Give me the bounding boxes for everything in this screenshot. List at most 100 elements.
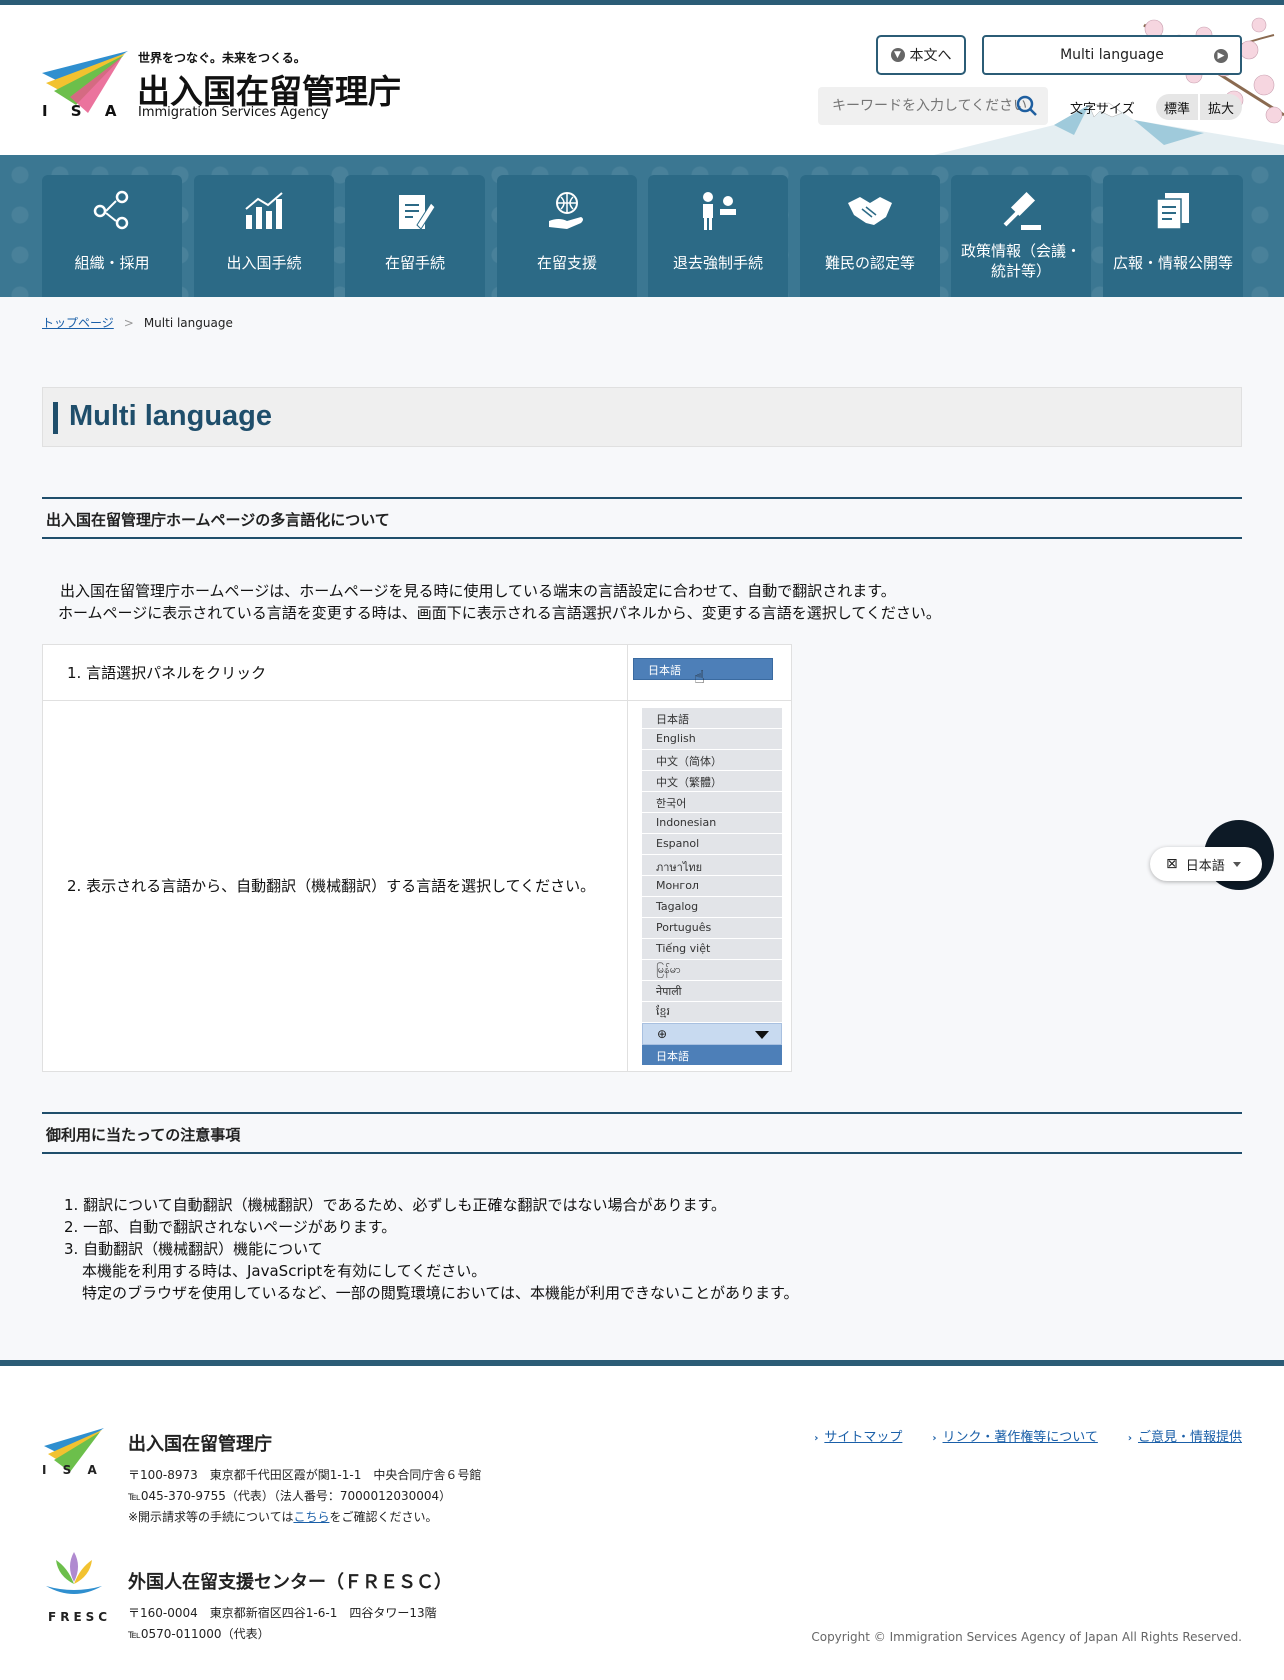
footer-tel: ℡045-370-9755（代表）（法人番号：7000012030004） <box>128 1489 452 1503</box>
people-network-icon <box>93 190 129 230</box>
circle-arrow-right-icon: ▶ <box>1214 49 1228 63</box>
language-selector-bar: ⊕ <box>642 1023 782 1045</box>
nav-item-policy[interactable]: 政策情報（会議・ 統計等） <box>951 175 1091 297</box>
intro-line-2: ホームページに表示されている言語を変更する時は、画面下に表示される言語選択パネル… <box>58 604 941 622</box>
fresc-letters: FRESC <box>48 1610 112 1624</box>
skip-to-content-label: 本文へ <box>909 48 952 64</box>
translate-icon: ⊠ <box>1166 856 1178 872</box>
disclosure-suffix: をご確認ください。 <box>329 1510 438 1524</box>
chevron-right-icon: › <box>1127 1433 1132 1444</box>
nav-item-publicity[interactable]: 広報・情報公開等 <box>1103 175 1243 297</box>
footer-links: › サイトマップ › リンク・著作権等について › ご意見・情報提供 <box>814 1426 1242 1445</box>
handshake-icon <box>848 197 892 225</box>
global-nav: 組織・採用 出入国手続 在留手続 在留支援 退去強制手続 難民の認定等 政策情報… <box>0 155 1284 297</box>
list-item: 1. 翻訳について自動翻訳（機械翻訳）であるため、必ずしも正確な翻訳ではない場合… <box>64 1196 726 1214</box>
list-item: မြန်မာ <box>642 960 782 981</box>
list-item: 3. 自動翻訳（機械翻訳）機能について <box>64 1240 323 1258</box>
dropdown-triangle-icon <box>755 1031 769 1039</box>
nav-item-deportation[interactable]: 退去強制手続 <box>648 175 788 297</box>
intro-paragraph: 出入国在留管理庁ホームページは、ホームページを見る時に使用している端末の言語設定… <box>58 580 941 624</box>
search-input[interactable] <box>818 87 1048 125</box>
list-item: ภาษาไทย <box>642 855 782 876</box>
step-1-text: 1. 言語選択パネルをクリック <box>67 664 267 682</box>
globe-icon: ⊕ <box>657 1027 668 1041</box>
intro-line-1: 出入国在留管理庁ホームページは、ホームページを見る時に使用している端末の言語設定… <box>60 582 896 600</box>
selected-language-example: 日本語 <box>642 1045 782 1065</box>
footer-link-copyright[interactable]: › リンク・著作権等について <box>932 1426 1097 1445</box>
cell-divider <box>627 645 628 1071</box>
step-2-text: 2. 表示される言語から、自動翻訳（機械翻訳）する言語を選択してください。 <box>67 877 596 895</box>
document-pen-icon <box>399 195 436 230</box>
fresc-logo[interactable] <box>42 1546 106 1602</box>
nav-item-refugee[interactable]: 難民の認定等 <box>800 175 940 297</box>
nav-label: 広報・情報公開等 <box>1112 254 1233 272</box>
mount-fuji-blossom-illustration <box>934 17 1284 155</box>
skip-to-content-button[interactable]: ▼ 本文へ <box>876 35 966 75</box>
fresc-name: 外国人在留支援センター（ＦＲＥＳＣ） <box>128 1572 452 1593</box>
bar-chart-icon <box>245 192 283 229</box>
nav-label: 難民の認定等 <box>824 254 915 272</box>
nav-item-immigration[interactable]: 出入国手続 <box>194 175 334 297</box>
nav-label-line2: 統計等） <box>990 262 1051 280</box>
nav-label: 政策情報（会議・ 統計等） <box>951 241 1091 281</box>
list-item: 한국어 <box>642 792 782 813</box>
footer-address: 〒100-8973 東京都千代田区霞が関1-1-1 中央合同庁舎６号館 <box>128 1468 482 1482</box>
circle-arrow-down-icon: ▼ <box>890 48 905 62</box>
list-item: 中文（简体） <box>642 750 782 771</box>
globe-hand-icon <box>549 192 583 229</box>
title-accent-bar <box>53 402 58 434</box>
page-title: Multi language <box>69 400 272 432</box>
nav-label: 在留支援 <box>536 254 597 272</box>
list-item: Espanol <box>642 834 782 855</box>
people-guide-icon <box>703 192 736 230</box>
list-item: English <box>642 729 782 750</box>
language-list-example: 日本語 English 中文（简体） 中文（繁體） 한국어 Indonesian… <box>642 708 782 1065</box>
list-item: Tiếng việt <box>642 939 782 960</box>
list-item: ខ្មែរ <box>642 1002 782 1023</box>
multi-language-button[interactable]: Multi language ▶ <box>982 35 1242 75</box>
nav-item-residence[interactable]: 在留手続 <box>345 175 485 297</box>
disclosure-prefix: ※開示請求等の手続については <box>128 1510 294 1524</box>
chevron-right-icon: › <box>932 1433 937 1444</box>
list-item: नेपाली <box>642 981 782 1002</box>
site-header: I S A 世界をつなぐ。未来をつくる。 出入国在留管理庁 Immigratio… <box>0 5 1284 155</box>
section-heading-multilingual: 出入国在留管理庁ホームページの多言語化について <box>42 497 1242 539</box>
nav-label-line1: 政策情報（会議・ <box>960 242 1081 260</box>
list-item: 日本語 <box>642 708 782 729</box>
breadcrumb-chevron-icon: > <box>123 316 134 330</box>
nav-label: 在留手続 <box>384 254 445 272</box>
steps-table: 1. 言語選択パネルをクリック 日本語 ☝ 2. 表示される言語から、自動翻訳（… <box>42 644 792 1072</box>
disclosure-link[interactable]: こちら <box>293 1510 329 1524</box>
font-size-large-button[interactable]: 拡大 <box>1200 94 1242 120</box>
breadcrumb-home-link[interactable]: トップページ <box>42 316 114 330</box>
nav-item-organization[interactable]: 組織・採用 <box>42 175 182 297</box>
hand-cursor-icon: ☝ <box>694 667 705 688</box>
fresc-tel: ℡0570-011000（代表） <box>128 1627 270 1641</box>
nav-item-support[interactable]: 在留支援 <box>497 175 637 297</box>
fresc-address: 〒160-0004 東京都新宿区四谷1-6-1 四谷タワー13階 <box>128 1606 437 1620</box>
section-heading-notes: 御利用に当たっての注意事項 <box>42 1112 1242 1154</box>
list-item: 2. 一部、自動で翻訳されないページがあります。 <box>64 1218 397 1236</box>
list-item-detail: 特定のブラウザを使用しているなど、一部の閲覧環境においては、本機能が利用できない… <box>82 1284 799 1302</box>
nav-label: 組織・採用 <box>74 254 150 272</box>
list-item: Indonesian <box>642 813 782 834</box>
list-item: Português <box>642 918 782 939</box>
notes-list: 1. 翻訳について自動翻訳（機械翻訳）であるため、必ずしも正確な翻訳ではない場合… <box>64 1194 799 1304</box>
agency-english-name: Immigration Services Agency <box>138 105 329 120</box>
list-item: Монгол <box>642 876 782 897</box>
list-item: Tagalog <box>642 897 782 918</box>
dropdown-triangle-icon <box>1232 861 1241 867</box>
font-size-standard-button[interactable]: 標準 <box>1156 94 1198 120</box>
footer-isa-letters: I S A <box>42 1463 103 1477</box>
footer-link-sitemap[interactable]: › サイトマップ <box>814 1426 902 1445</box>
footer-agency-name: 出入国在留管理庁 <box>128 1434 272 1455</box>
search-icon[interactable] <box>1016 95 1038 117</box>
multi-language-label: Multi language <box>1060 47 1164 63</box>
site-footer: I S A 出入国在留管理庁 〒100-8973 東京都千代田区霞が関1-1-1… <box>0 1366 1284 1680</box>
tagline: 世界をつなぐ。未来をつくる。 <box>138 51 306 65</box>
list-item-detail: 本機能を利用する時は、JavaScriptを有効にしてください。 <box>82 1262 487 1280</box>
floating-language-selector[interactable]: ⊠ 日本語 <box>1150 847 1262 881</box>
footer-link-feedback[interactable]: › ご意見・情報提供 <box>1128 1426 1242 1445</box>
breadcrumb: トップページ > Multi language <box>42 314 233 331</box>
footer-disclosure: ※開示請求等の手続についてはこちらをご確認ください。 <box>128 1508 438 1525</box>
